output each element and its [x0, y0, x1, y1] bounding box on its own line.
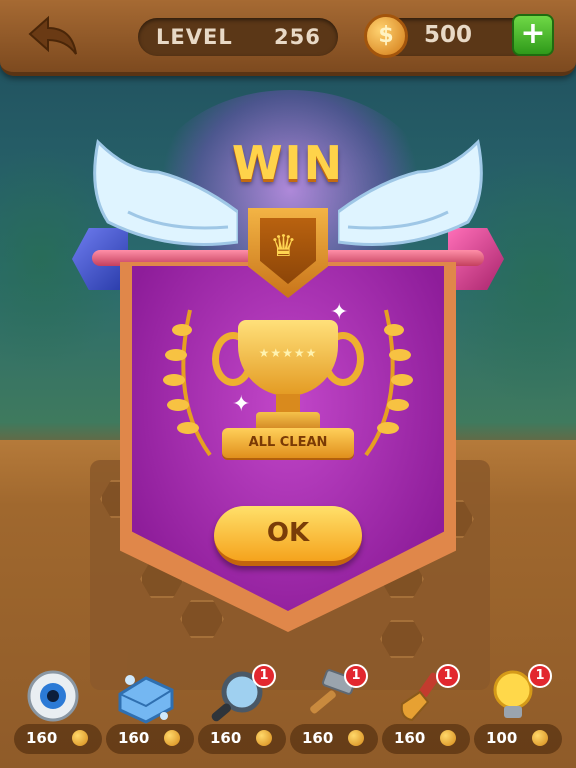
price-label: 100	[486, 729, 518, 747]
all-clean-ribbon: ALL CLEAN	[222, 428, 354, 458]
coin-icon	[348, 730, 364, 746]
right-laurel-icon	[364, 309, 413, 457]
sparkle-icon: ✦	[232, 392, 251, 417]
price-label: 160	[210, 729, 242, 747]
level-number: 256	[274, 25, 321, 49]
add-coins-button[interactable]: +	[512, 14, 554, 56]
tool-count-badge: 1	[344, 664, 368, 688]
tool-price: 160	[290, 724, 378, 754]
coin-icon: $	[364, 14, 408, 58]
crown-icon: ♛	[270, 229, 297, 264]
level-indicator: LEVEL 256	[138, 18, 338, 56]
coin-amount: 500	[424, 22, 473, 48]
tool-eye[interactable]: 160	[14, 664, 102, 756]
eye-icon	[27, 670, 79, 722]
back-button[interactable]	[26, 14, 82, 58]
soap-icon	[118, 675, 174, 724]
tool-price: 160	[382, 724, 470, 754]
tool-magnifier[interactable]: 1 160	[198, 664, 286, 756]
tool-hammer[interactable]: 1 160	[290, 664, 378, 756]
all-clean-label: ALL CLEAN	[248, 435, 328, 450]
price-label: 160	[118, 729, 150, 747]
left-laurel-icon	[163, 309, 212, 457]
tool-price: 160	[198, 724, 286, 754]
coin-icon	[440, 730, 456, 746]
tool-count-badge: 1	[528, 664, 552, 688]
tool-count-badge: 1	[436, 664, 460, 688]
tool-count-badge: 1	[252, 664, 276, 688]
win-title: WIN	[231, 136, 345, 190]
tool-price: 160	[106, 724, 194, 754]
back-arrow-icon	[28, 15, 77, 55]
coin-icon	[532, 730, 548, 746]
ok-button[interactable]: OK	[214, 506, 362, 566]
price-label: 160	[394, 729, 426, 747]
price-label: 160	[26, 729, 58, 747]
price-label: 160	[302, 729, 334, 747]
level-label: LEVEL	[156, 25, 233, 49]
hex-cell	[380, 620, 424, 658]
tool-lightbulb[interactable]: 1 100	[474, 664, 562, 756]
tool-paintbrush[interactable]: 1 160	[382, 664, 470, 756]
ok-label: OK	[266, 518, 310, 548]
tool-soap[interactable]: 160	[106, 664, 194, 756]
coin-icon	[164, 730, 180, 746]
coin-icon	[72, 730, 88, 746]
top-bar: LEVEL 256 $ 500 +	[0, 0, 576, 76]
tool-price: 100	[474, 724, 562, 754]
hex-cell	[180, 600, 224, 638]
coin-icon	[256, 730, 272, 746]
tool-price: 160	[14, 724, 102, 754]
sparkle-icon: ✦	[330, 300, 349, 325]
trophy-stars: ★★★★★	[258, 346, 318, 360]
